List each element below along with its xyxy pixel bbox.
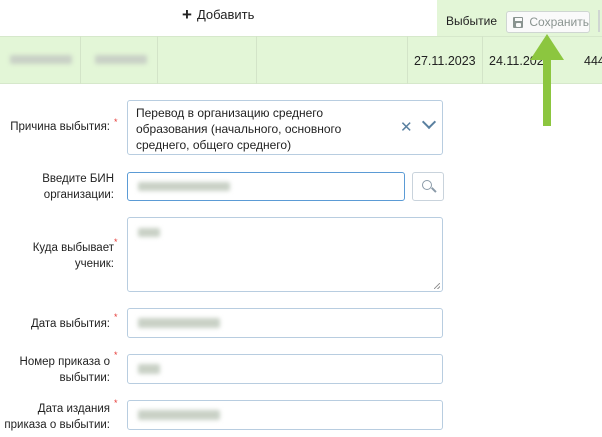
- column-divider: [80, 36, 81, 84]
- tab-exit-label: Выбытие: [446, 14, 497, 28]
- blurred-value: [138, 182, 230, 191]
- order-date-input[interactable]: [127, 400, 443, 430]
- reason-label: Причина выбытия:: [10, 121, 110, 133]
- blurred-value: [138, 410, 220, 420]
- blurred-cell: [10, 55, 72, 64]
- blurred-cell: [95, 55, 147, 64]
- add-button-label: Добавить: [196, 7, 255, 22]
- order-number-label-line1: Номер приказа о: [19, 356, 110, 368]
- blurred-value: [138, 364, 160, 374]
- resize-handle[interactable]: [434, 283, 440, 289]
- required-mark: *: [114, 350, 118, 360]
- order-date-label-line2: приказа о выбытии:: [4, 419, 110, 431]
- order-date-label-line1: Дата издания: [37, 403, 110, 415]
- clear-icon[interactable]: ✕: [400, 118, 413, 136]
- required-mark: *: [114, 398, 118, 408]
- order-number-label: Номер приказа о выбытии:: [0, 354, 110, 386]
- required-mark: *: [114, 117, 118, 127]
- where-label: Куда выбывает ученик:: [0, 240, 114, 272]
- column-divider: [157, 36, 158, 84]
- reason-select[interactable]: Перевод в организацию среднего образован…: [127, 100, 443, 155]
- blurred-value: [138, 318, 220, 328]
- floppy-disk-icon: [513, 16, 524, 28]
- required-mark: *: [114, 312, 118, 322]
- cell-truncated: 444: [584, 54, 602, 68]
- blurred-value: [138, 228, 160, 237]
- cell-date-1: 27.11.2023: [414, 54, 476, 68]
- column-divider: [482, 36, 483, 84]
- add-button[interactable]: + Добавить: [182, 4, 255, 24]
- where-label-line1: Куда выбывает: [32, 242, 114, 254]
- plus-icon: +: [182, 4, 192, 24]
- bin-label-line2: организации:: [43, 189, 114, 201]
- save-button[interactable]: Сохранить: [506, 11, 590, 33]
- save-button-label: Сохранить: [529, 15, 589, 29]
- exit-date-label: Дата выбытия:: [30, 318, 110, 330]
- search-button[interactable]: [412, 172, 444, 201]
- column-divider: [407, 36, 408, 84]
- bin-label: Введите БИН организации:: [0, 171, 114, 203]
- bin-input[interactable]: [127, 172, 405, 201]
- search-icon: [422, 180, 432, 190]
- order-number-label-line2: выбытии:: [59, 372, 110, 384]
- required-mark: *: [114, 237, 118, 247]
- order-number-input[interactable]: [127, 354, 443, 384]
- chevron-down-icon[interactable]: [421, 114, 437, 130]
- order-date-label: Дата издания приказа о выбытии:: [0, 401, 110, 433]
- where-label-line2: ученик:: [74, 258, 114, 270]
- arrow-shaft: [543, 56, 551, 126]
- reason-select-value: Перевод в организацию среднего образован…: [136, 106, 342, 152]
- tab-divider: [598, 10, 600, 32]
- column-divider: [256, 36, 257, 84]
- exit-date-input[interactable]: [127, 308, 443, 338]
- where-textarea[interactable]: [127, 217, 443, 292]
- bin-label-line1: Введите БИН: [42, 173, 114, 185]
- search-icon-handle: [431, 187, 437, 193]
